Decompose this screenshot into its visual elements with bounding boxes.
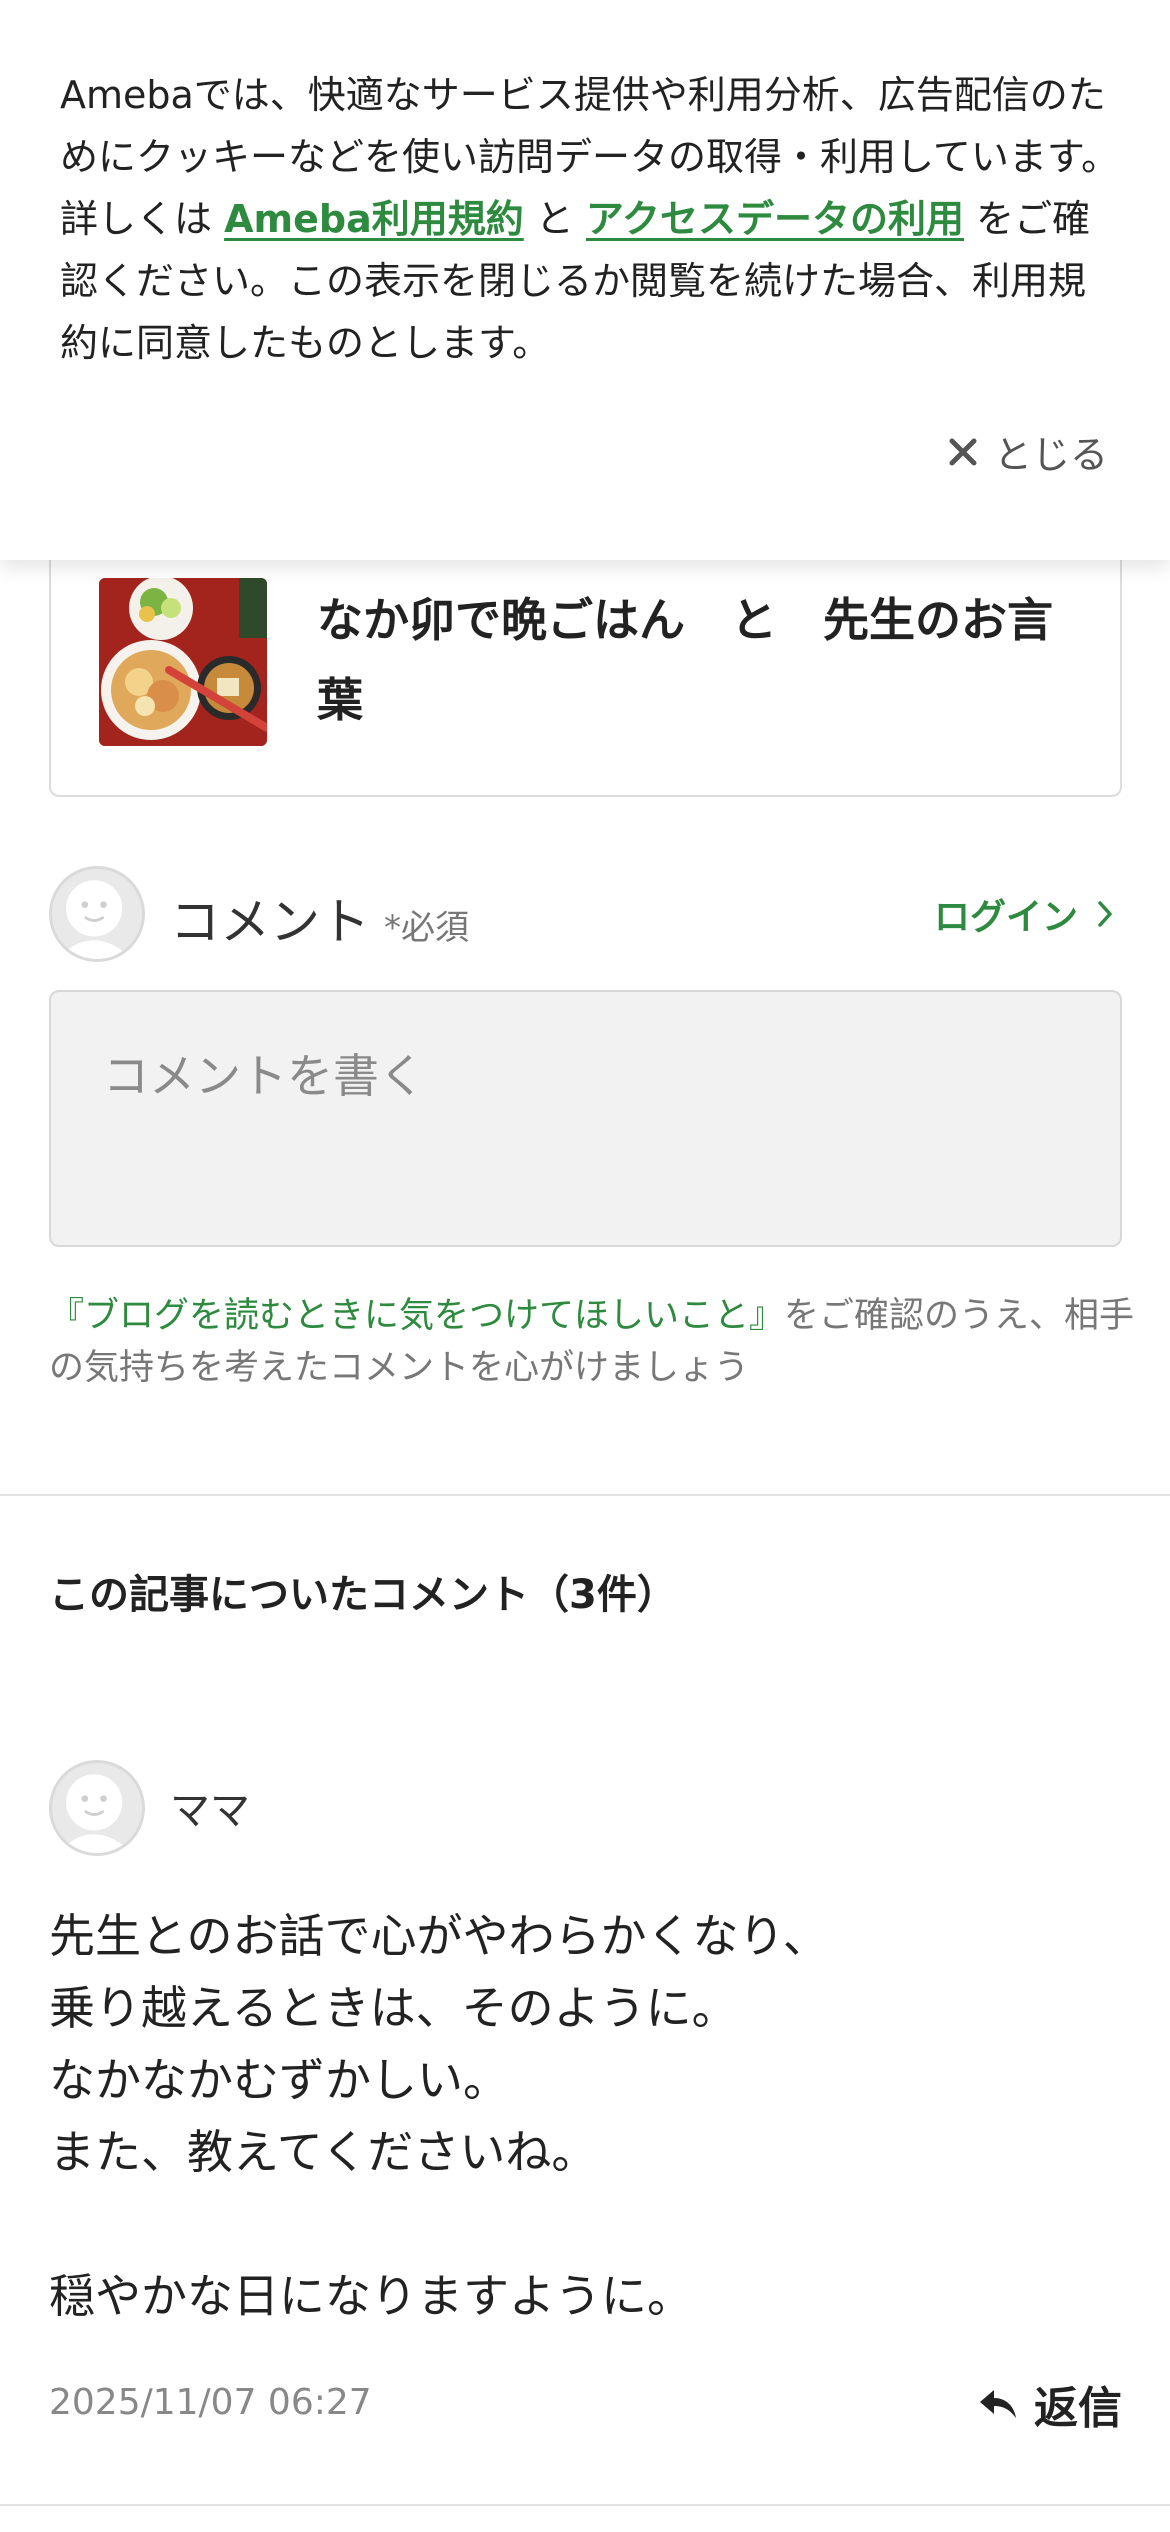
- section-divider: [0, 1494, 1170, 1496]
- comment-guideline: 『ブログを読むときに気をつけてほしいこと』をご確認のうえ、相手の気持ちを考えたコ…: [49, 1290, 1139, 1394]
- access-data-link[interactable]: アクセスデータの利用: [586, 197, 964, 241]
- default-avatar-icon: [56, 1774, 132, 1853]
- login-label: ログイン: [933, 897, 1078, 938]
- login-link[interactable]: ログイン: [934, 888, 1114, 940]
- food-photo-thumbnail: [99, 578, 267, 746]
- comment-form-label: コメント: [170, 893, 370, 951]
- comment-input[interactable]: [49, 990, 1122, 1247]
- cookie-close-label: とじる: [993, 433, 1108, 477]
- reply-button[interactable]: 返信: [978, 2372, 1122, 2436]
- terms-link[interactable]: Ameba利用規約: [224, 197, 524, 241]
- cookie-consent-banner: Amebaでは、快適なサービス提供や利用分析、広告配信のためにクッキーなどを使い…: [0, 0, 1170, 560]
- current-user-avatar: [49, 866, 145, 962]
- required-indicator: *必須: [384, 908, 469, 948]
- commenter-name: ママ: [170, 1788, 250, 1834]
- comment-body: 先生とのお話で心がやわらかくなり、 乗り越えるときは、そのように。 なかなかむず…: [49, 1909, 829, 2323]
- cookie-text-part2: と: [523, 197, 586, 241]
- comment-date: 2025/11/07 06:27: [49, 2382, 372, 2423]
- guideline-link[interactable]: 『ブログを読むときに気をつけてほしいこと』: [49, 1296, 784, 1336]
- reply-label: 返信: [1034, 2383, 1122, 2434]
- default-avatar-icon: [56, 880, 132, 959]
- comments-heading: この記事についたコメント（3件）: [49, 1572, 677, 1618]
- cookie-consent-text: Amebaでは、快適なサービス提供や利用分析、広告配信のためにクッキーなどを使い…: [60, 64, 1120, 374]
- reply-icon: [980, 2390, 1016, 2418]
- commenter-avatar: [49, 1760, 145, 1856]
- chevron-right-icon: [1098, 901, 1112, 927]
- comment-divider: [0, 2504, 1170, 2506]
- article-title: なか卯で晩ごはん と 先生のお言葉: [317, 593, 1053, 727]
- cookie-close-button[interactable]: とじる: [946, 424, 1108, 479]
- linked-article-card[interactable]: なか卯で晩ごはん と 先生のお言葉: [49, 540, 1122, 797]
- close-icon: [949, 438, 977, 465]
